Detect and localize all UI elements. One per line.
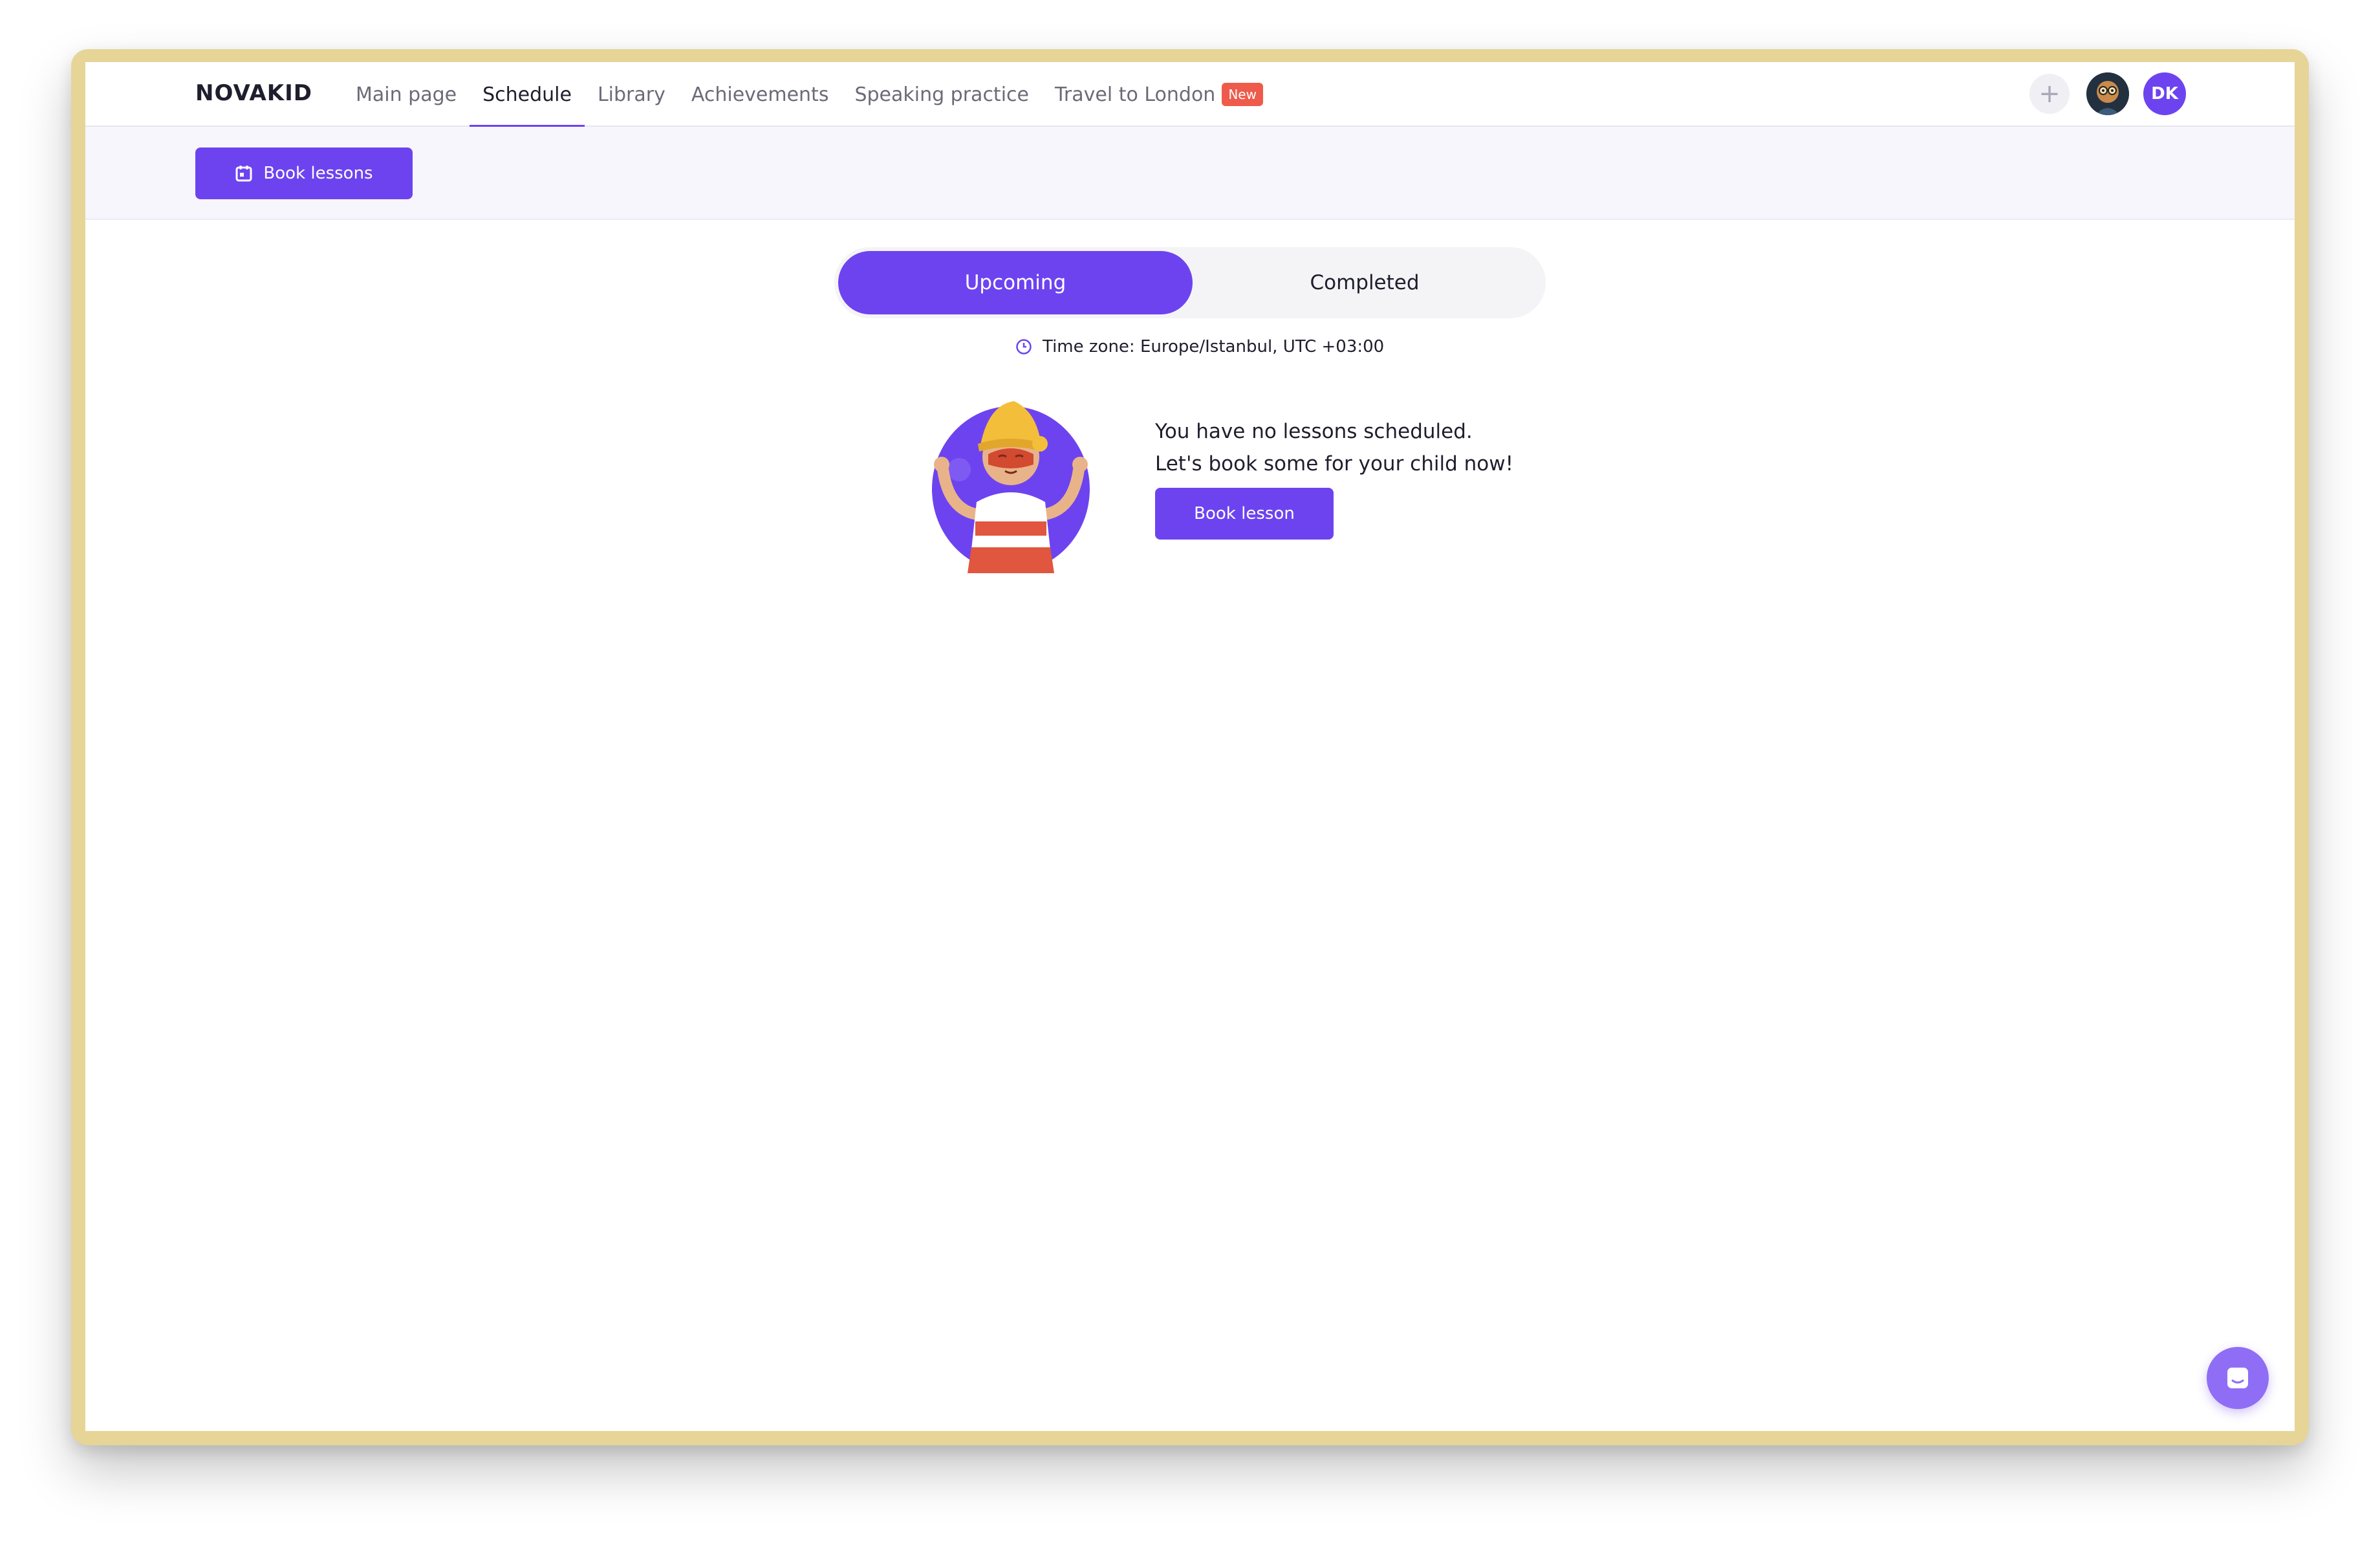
book-lessons-button[interactable]: Book lessons bbox=[195, 148, 413, 199]
tab-completed-label: Completed bbox=[1310, 271, 1420, 294]
avatar-image bbox=[2086, 72, 2129, 115]
chat-icon bbox=[2227, 1368, 2248, 1388]
clock-icon bbox=[1016, 339, 1032, 355]
new-badge: New bbox=[1222, 83, 1263, 106]
tab-upcoming-label: Upcoming bbox=[964, 271, 1066, 294]
main-nav: Main page Schedule Library Achievements … bbox=[343, 62, 1276, 128]
user-initials: DK bbox=[2151, 84, 2178, 104]
nav-main-page[interactable]: Main page bbox=[343, 62, 470, 127]
nav-travel-to-london-label: Travel to London bbox=[1054, 83, 1216, 106]
nav-library-label: Library bbox=[597, 83, 665, 106]
nav-speaking-practice-label: Speaking practice bbox=[854, 83, 1029, 106]
book-lesson-button[interactable]: Book lesson bbox=[1155, 488, 1334, 540]
top-navigation-bar: NOVAKID Main page Schedule Library Achie… bbox=[85, 62, 2295, 128]
empty-state-message: You have no lessons scheduled. Let's boo… bbox=[1155, 415, 1513, 480]
nav-schedule-label: Schedule bbox=[482, 83, 572, 106]
app-window: NOVAKID Main page Schedule Library Achie… bbox=[85, 62, 2295, 1431]
chat-button[interactable] bbox=[2207, 1347, 2269, 1409]
empty-state-line-1: You have no lessons scheduled. bbox=[1155, 420, 1473, 443]
user-avatar-initials[interactable]: DK bbox=[2143, 72, 2186, 115]
tab-upcoming[interactable]: Upcoming bbox=[838, 251, 1193, 314]
plus-icon: + bbox=[2039, 79, 2061, 109]
nav-speaking-practice[interactable]: Speaking practice bbox=[841, 62, 1042, 127]
timezone-info: Time zone: Europe/Istanbul, UTC +03:00 bbox=[1015, 334, 1384, 360]
child-avatar[interactable] bbox=[2086, 72, 2129, 115]
book-lesson-label: Book lesson bbox=[1194, 504, 1295, 523]
empty-state-line-2: Let's book some for your child now! bbox=[1155, 452, 1514, 475]
nav-schedule[interactable]: Schedule bbox=[470, 62, 585, 128]
novakid-logo[interactable]: NOVAKID bbox=[195, 80, 312, 106]
timezone-text: Time zone: Europe/Istanbul, UTC +03:00 bbox=[1043, 337, 1385, 356]
nav-achievements-label: Achievements bbox=[691, 83, 829, 106]
book-lessons-label: Book lessons bbox=[263, 164, 373, 183]
add-button[interactable]: + bbox=[2029, 74, 2070, 114]
lessons-tab-switch: Upcoming Completed bbox=[834, 247, 1546, 318]
nav-library[interactable]: Library bbox=[585, 62, 678, 127]
schedule-toolbar: Book lessons bbox=[85, 127, 2295, 220]
nav-achievements[interactable]: Achievements bbox=[678, 62, 842, 127]
tab-completed[interactable]: Completed bbox=[1187, 251, 1542, 314]
nav-main-page-label: Main page bbox=[356, 83, 457, 106]
calendar-icon bbox=[235, 166, 252, 182]
meditating-kid-illustration bbox=[932, 401, 1090, 573]
logo-text: NOVAKID bbox=[195, 80, 312, 106]
nav-travel-to-london[interactable]: Travel to London New bbox=[1042, 62, 1276, 127]
